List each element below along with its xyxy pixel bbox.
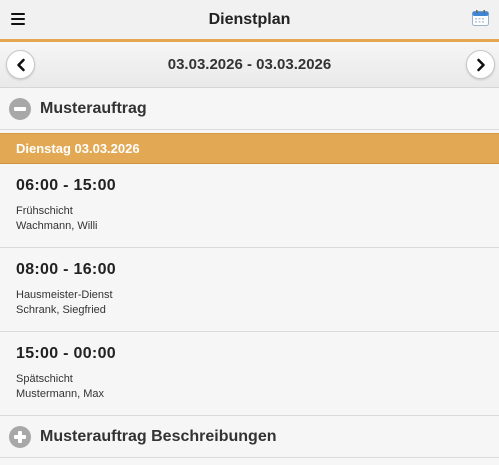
shift-person: Schrank, Siegfried	[16, 304, 106, 316]
calendar-icon[interactable]	[472, 10, 489, 26]
chevron-left-icon	[16, 58, 25, 71]
next-date-button[interactable]	[466, 50, 495, 79]
section-title: Musterauftrag	[40, 99, 147, 117]
shift-person: Mustermann, Max	[16, 388, 105, 400]
date-navigation: 03.03.2026 - 03.03.2026	[0, 42, 499, 88]
shift-type: Spätschicht	[16, 373, 73, 385]
shift-item[interactable]: 06:00 - 15:00 Frühschicht Wachmann, Will…	[0, 164, 499, 248]
expand-plus-icon	[9, 425, 31, 448]
section-header-musterauftrag[interactable]: Musterauftrag	[0, 88, 499, 130]
chevron-right-icon	[476, 58, 485, 71]
shift-item[interactable]: 15:00 - 00:00 Spätschicht Mustermann, Ma…	[0, 332, 499, 416]
shift-person: Wachmann, Willi	[16, 220, 98, 232]
app-header: Dienstplan	[0, 0, 499, 42]
section-header-beschreibungen[interactable]: Musterauftrag Beschreibungen	[0, 416, 499, 458]
previous-date-button[interactable]	[6, 50, 35, 79]
shift-type: Hausmeister-Dienst	[16, 289, 113, 301]
shift-item[interactable]: 08:00 - 16:00 Hausmeister-Dienst Schrank…	[0, 248, 499, 332]
date-range-label: 03.03.2026 - 03.03.2026	[167, 56, 332, 73]
shift-type: Frühschicht	[16, 205, 73, 217]
hamburger-menu-icon[interactable]	[11, 13, 25, 25]
shift-time: 06:00 - 15:00	[16, 177, 116, 194]
shift-time: 15:00 - 00:00	[16, 345, 116, 362]
section-title: Musterauftrag Beschreibungen	[40, 427, 277, 445]
day-header: Dienstag 03.03.2026	[0, 133, 499, 164]
shift-time: 08:00 - 16:00	[16, 261, 116, 278]
page-title: Dienstplan	[208, 10, 291, 28]
collapse-minus-icon	[9, 97, 31, 120]
